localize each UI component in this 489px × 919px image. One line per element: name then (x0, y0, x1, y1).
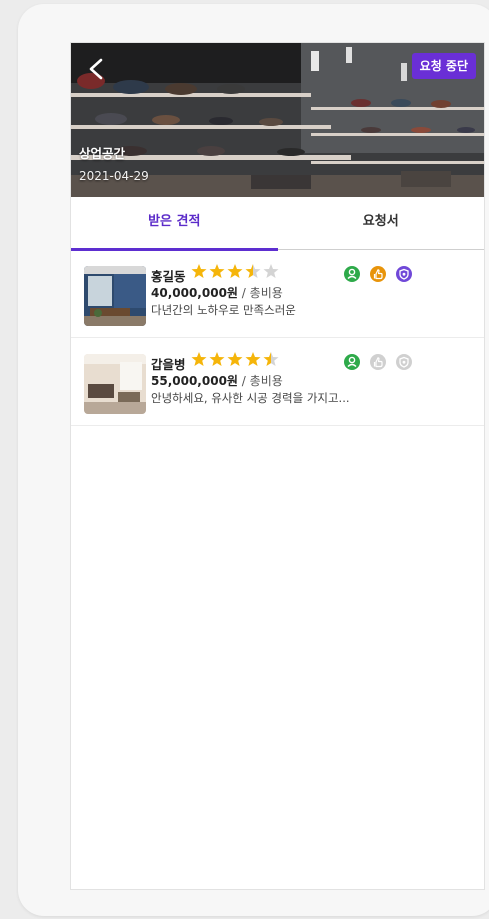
quote-item[interactable]: 갑을병 55,000,000원 / 총비용 안녕하세요, 유사한 시공 경력을 … (71, 338, 484, 426)
quote-message: 다년간의 노하우로 만족스러운 (151, 303, 296, 317)
star-full-icon (191, 264, 207, 278)
contractor-badges (344, 354, 412, 370)
price-amount: 55,000,000원 (151, 374, 238, 388)
star-full-icon (245, 352, 261, 366)
quote-price: 40,000,000원 / 총비용 (151, 284, 283, 301)
quote-item[interactable]: 홍길동 40,000,000원 / 총비용 다년간의 노하우로 만족스러운 (71, 250, 484, 338)
quote-message: 안녕하세요, 유사한 시공 경력을 가지고... (151, 391, 350, 405)
star-empty-icon (263, 264, 279, 278)
phone-frame: 요청 중단 상업공간 2021-04-29 받은 견적 요청서 홍길동 40,0… (18, 4, 489, 916)
thumbs-up-badge (370, 266, 386, 282)
star-half-icon (245, 264, 261, 278)
certified-person-icon (347, 268, 357, 280)
thumbs-up-icon (373, 357, 383, 368)
contractor-name: 갑을병 (151, 357, 186, 372)
quote-price: 55,000,000원 / 총비용 (151, 372, 283, 389)
tab-received-quotes[interactable]: 받은 견적 (71, 197, 278, 249)
chevron-left-icon (89, 58, 103, 80)
rating-stars (191, 351, 279, 367)
shield-badge (396, 266, 412, 282)
header-image: 요청 중단 상업공간 2021-04-29 (71, 43, 484, 197)
star-full-icon (227, 352, 243, 366)
certified-person-badge (344, 354, 360, 370)
star-full-icon (209, 264, 225, 278)
space-type-title: 상업공간 (79, 146, 126, 161)
request-date: 2021-04-29 (79, 169, 149, 183)
star-full-icon (191, 352, 207, 366)
contractor-badges (344, 266, 412, 282)
portfolio-thumbnail-image (84, 354, 146, 414)
shield-icon (399, 356, 409, 368)
rating-stars (191, 263, 279, 279)
certified-person-icon (347, 356, 357, 368)
app-screen: 요청 중단 상업공간 2021-04-29 받은 견적 요청서 홍길동 40,0… (70, 42, 485, 890)
contractor-name: 홍길동 (151, 269, 186, 284)
portfolio-thumbnail-image (84, 266, 146, 326)
contractor-thumbnail (84, 354, 146, 414)
price-amount: 40,000,000원 (151, 286, 238, 300)
thumbs-up-badge (370, 354, 386, 370)
star-full-icon (209, 352, 225, 366)
contractor-thumbnail (84, 266, 146, 326)
certified-person-badge (344, 266, 360, 282)
star-half-icon (263, 352, 279, 366)
stop-request-button[interactable]: 요청 중단 (411, 53, 476, 79)
thumbs-up-icon (373, 269, 383, 280)
price-unit: / 총비용 (241, 286, 283, 300)
quote-list: 홍길동 40,000,000원 / 총비용 다년간의 노하우로 만족스러운 갑을… (71, 250, 484, 426)
price-unit: / 총비용 (241, 374, 283, 388)
shield-icon (399, 268, 409, 280)
back-button[interactable] (85, 57, 109, 81)
tab-request-form[interactable]: 요청서 (278, 197, 485, 249)
shield-badge (396, 354, 412, 370)
tab-bar: 받은 견적 요청서 (71, 197, 485, 251)
star-full-icon (227, 264, 243, 278)
